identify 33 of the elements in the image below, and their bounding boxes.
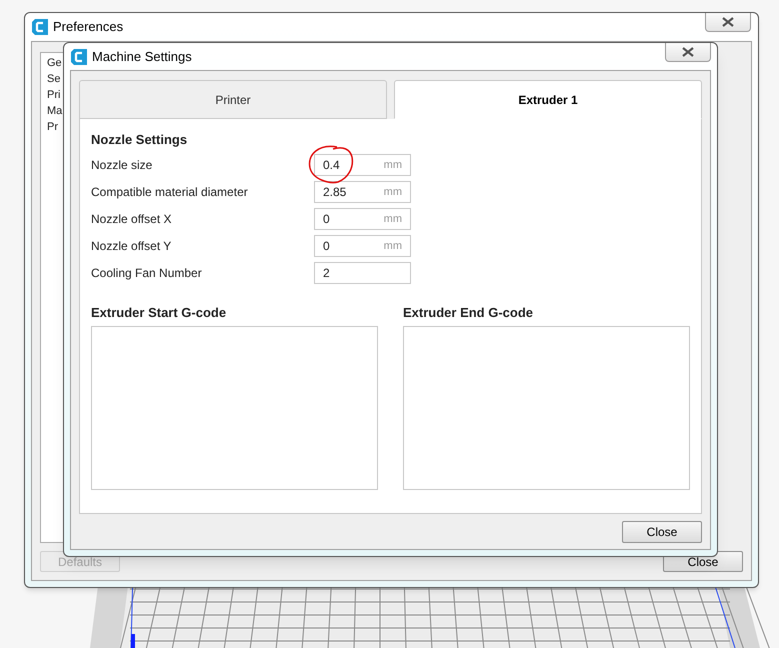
unit-label: mm: [384, 238, 402, 254]
sidebar-item[interactable]: Ge: [47, 55, 62, 71]
input-field[interactable]: 0 mm: [314, 208, 411, 230]
app-logo-icon: [32, 19, 48, 35]
field-label: Nozzle offset Y: [91, 238, 172, 255]
tab[interactable]: Printer: [79, 80, 387, 119]
close-button[interactable]: [665, 43, 711, 62]
tab[interactable]: Extruder 1: [394, 80, 702, 119]
sidebar-item[interactable]: Se: [47, 71, 60, 87]
unit-label: mm: [384, 158, 402, 173]
input-field[interactable]: 0.4 mm: [314, 154, 411, 176]
unit-label: mm: [384, 184, 402, 200]
section-title: Nozzle Settings: [91, 132, 188, 148]
input-field[interactable]: 2: [314, 262, 411, 284]
close-icon: [721, 17, 735, 27]
gcode-title: Extruder End G-code: [403, 305, 534, 321]
sidebar-item[interactable]: Pr: [47, 119, 58, 135]
window-title: Preferences: [53, 18, 124, 36]
close-icon: [681, 47, 695, 57]
gcode-title: Extruder Start G-code: [91, 305, 228, 321]
field-label: Nozzle size: [91, 157, 154, 174]
field-label: Nozzle offset X: [91, 211, 172, 228]
sidebar-item[interactable]: Pri: [47, 87, 60, 103]
close-button[interactable]: [705, 13, 751, 32]
field-label: Cooling Fan Number: [91, 265, 203, 282]
close-button[interactable]: Close: [622, 521, 702, 543]
input-field[interactable]: 0 mm: [314, 235, 411, 257]
dialog-title: Machine Settings: [92, 48, 192, 66]
app-logo-icon: [71, 48, 87, 64]
unit-label: mm: [384, 212, 402, 227]
sidebar-item[interactable]: Ma: [47, 103, 62, 119]
field-label: Compatible material diameter: [91, 184, 249, 201]
input-field[interactable]: 2.85 mm: [314, 181, 411, 203]
